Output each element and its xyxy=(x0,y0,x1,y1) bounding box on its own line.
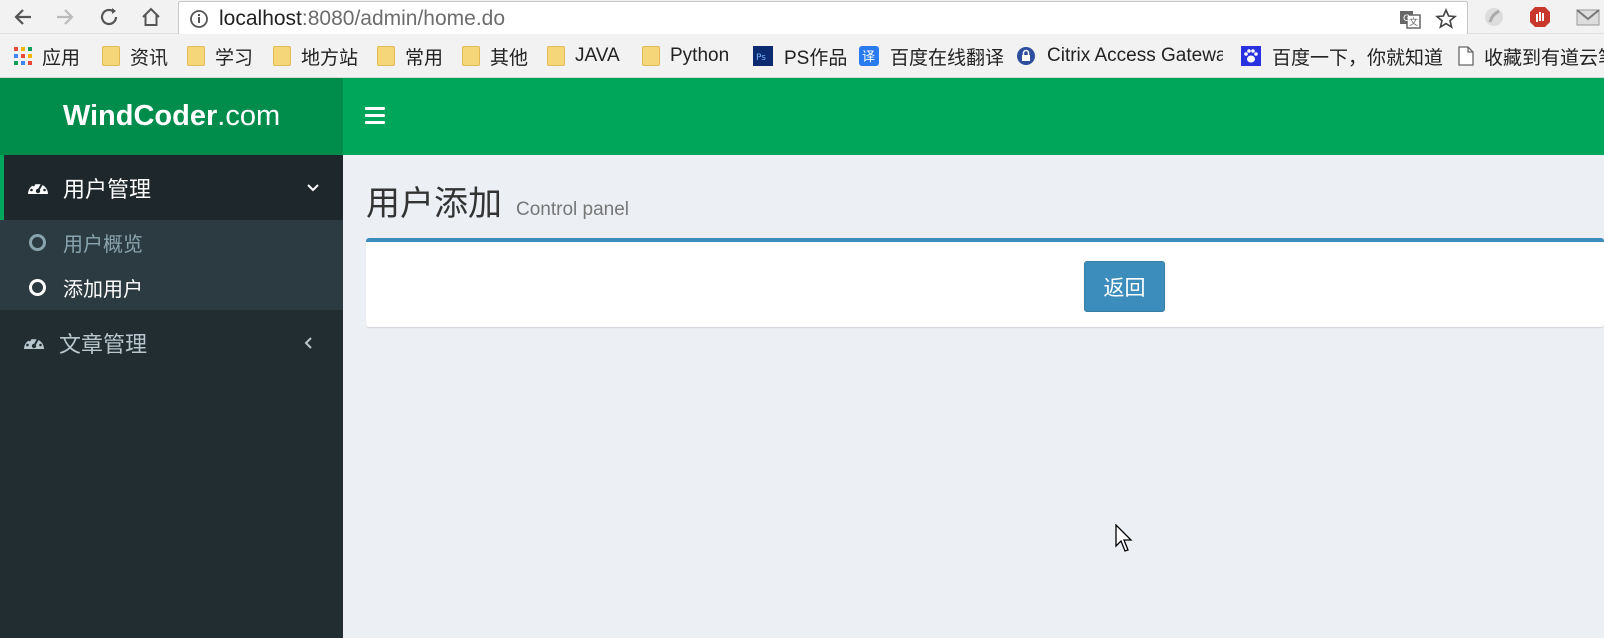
submenu-item-add-user[interactable]: 添加用户 xyxy=(0,265,343,310)
mouse-cursor-icon xyxy=(1115,524,1133,552)
bookmark-folder-local[interactable]: 地方站 xyxy=(273,44,359,69)
bookmark-label: PS作品 xyxy=(784,47,848,69)
sidebar-item-label: 用户管理 xyxy=(63,177,152,203)
svg-text:译: 译 xyxy=(862,50,875,65)
bookmark-star-icon[interactable] xyxy=(1435,8,1457,30)
bookmarks-bar: 应用 资讯 学习 地方站 常用 其他 JAVA Python Ps PS作品 译… xyxy=(0,34,1604,78)
bookmark-apps[interactable]: 应用 xyxy=(14,44,81,69)
info-icon[interactable] xyxy=(189,9,209,29)
sidebar-toggle-icon[interactable] xyxy=(365,107,385,125)
svg-text:文: 文 xyxy=(1409,16,1418,28)
back-button[interactable]: 返回 xyxy=(1084,261,1165,312)
bookmark-label: 应用 xyxy=(42,47,81,69)
bookmark-folder-other[interactable]: 其他 xyxy=(462,44,529,69)
site-logo[interactable]: WindCoder .com xyxy=(0,78,343,155)
adblock-hand-icon[interactable] xyxy=(1528,5,1552,29)
reload-icon[interactable] xyxy=(96,4,122,30)
folder-icon xyxy=(102,46,120,66)
sidebar-item-user-management[interactable]: 用户管理 xyxy=(0,155,343,220)
bookmark-baidu-translate[interactable]: 译 百度在线翻译 xyxy=(858,44,1005,69)
bookmark-label: 百度一下，你就知道 xyxy=(1272,47,1444,69)
bookmark-label: 地方站 xyxy=(301,47,359,69)
address-bar[interactable]: localhost:8080/admin/home.do G文 xyxy=(178,1,1468,35)
bookmark-label: Python xyxy=(670,45,730,66)
url-path: :8080/admin/home.do xyxy=(301,7,506,30)
folder-icon xyxy=(547,46,565,66)
bookmark-folder-study[interactable]: 学习 xyxy=(187,44,254,69)
logo-bold-text: WindCoder xyxy=(62,100,218,132)
bookmark-folder-news[interactable]: 资讯 xyxy=(102,44,169,69)
bookmark-citrix[interactable]: Citrix Access Gatewa xyxy=(1015,44,1223,68)
dashboard-gauge-icon xyxy=(24,336,44,349)
top-navbar xyxy=(343,78,1604,155)
logo-light-text: .com xyxy=(217,100,281,132)
dashboard-gauge-icon xyxy=(28,181,48,194)
bookmark-folder-java[interactable]: JAVA xyxy=(547,44,620,68)
bookmark-label: 常用 xyxy=(405,47,444,69)
translate-page-icon[interactable]: G文 xyxy=(1399,8,1421,30)
bookmark-ps-works[interactable]: Ps PS作品 xyxy=(752,44,848,69)
forward-arrow-icon[interactable] xyxy=(52,4,78,30)
citrix-icon xyxy=(1017,47,1035,65)
bookmark-label: JAVA xyxy=(575,45,620,66)
page-icon xyxy=(1458,46,1474,66)
bookmark-folder-common[interactable]: 常用 xyxy=(377,44,444,69)
submenu-item-user-overview[interactable]: 用户概览 xyxy=(0,220,343,265)
apps-grid-icon xyxy=(14,47,32,65)
content-header: 用户添加 Control panel xyxy=(366,176,629,225)
baidu-paw-icon xyxy=(1241,46,1261,66)
bookmark-label: 学习 xyxy=(215,47,254,69)
bookmark-label: 资讯 xyxy=(130,47,169,69)
bookmark-youdao-note[interactable]: 收藏到有道云笔 xyxy=(1458,44,1604,69)
submenu-item-label: 用户概览 xyxy=(63,232,143,256)
back-arrow-icon[interactable] xyxy=(10,4,36,30)
home-icon[interactable] xyxy=(138,4,164,30)
content-box: 返回 xyxy=(366,238,1604,327)
circle-icon xyxy=(29,279,46,296)
sidebar-item-article-management[interactable]: 文章管理 xyxy=(0,310,343,375)
chevron-left-icon xyxy=(304,336,312,349)
folder-icon xyxy=(273,46,291,66)
browser-toolbar: localhost:8080/admin/home.do G文 xyxy=(0,0,1604,35)
bookmark-label: 百度在线翻译 xyxy=(890,47,1005,69)
sidebar: 用户管理 用户概览 添加用户 文章管理 xyxy=(0,155,343,638)
page-title: 用户添加 xyxy=(366,184,502,224)
submenu-item-label: 添加用户 xyxy=(63,277,143,301)
gmail-icon[interactable] xyxy=(1576,5,1600,29)
folder-icon xyxy=(187,46,205,66)
circle-icon xyxy=(29,234,46,251)
page-subtitle: Control panel xyxy=(516,199,630,220)
chevron-down-icon xyxy=(307,183,319,191)
ps-icon: Ps xyxy=(753,46,773,66)
bookmark-label: 收藏到有道云笔 xyxy=(1484,47,1604,69)
url-text: localhost:8080/admin/home.do xyxy=(219,7,505,31)
submenu-user-management: 用户概览 添加用户 xyxy=(0,220,343,310)
folder-icon xyxy=(642,46,660,66)
sidebar-item-label: 文章管理 xyxy=(59,332,148,358)
bookmark-folder-python[interactable]: Python xyxy=(642,44,729,68)
translate-icon: 译 xyxy=(859,46,879,66)
svg-text:Ps: Ps xyxy=(756,53,766,63)
bookmark-label: 其他 xyxy=(490,47,529,69)
bookmark-baidu[interactable]: 百度一下，你就知道 xyxy=(1240,44,1444,69)
folder-icon xyxy=(462,46,480,66)
folder-icon xyxy=(377,46,395,66)
extension-icon[interactable] xyxy=(1482,5,1506,29)
bookmark-label: Citrix Access Gatewa xyxy=(1047,45,1223,66)
url-host: localhost xyxy=(219,7,302,30)
